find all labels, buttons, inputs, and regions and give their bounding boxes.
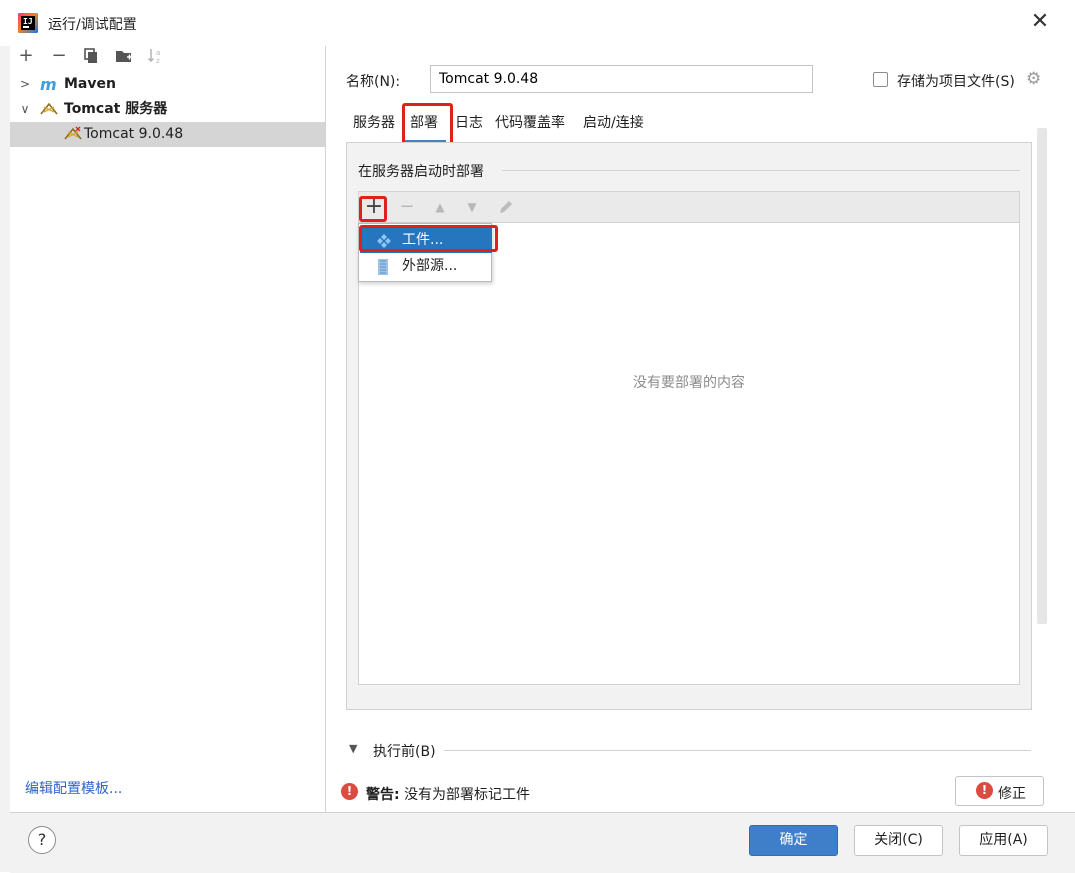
intellij-app-icon: IJ <box>18 13 38 33</box>
store-as-project-label[interactable]: 存储为项目文件(S) <box>897 71 1015 91</box>
warning-message: 警告: 没有为部署标记工件 <box>366 784 530 804</box>
tree-item-label: Maven <box>64 76 116 92</box>
deploy-list-toolbar <box>358 191 1020 223</box>
edit-pencil-icon[interactable] <box>494 196 518 218</box>
tree-item-tomcat-9[interactable]: Tomcat 9.0.48 <box>10 122 325 147</box>
fix-button[interactable]: ! 修正 <box>955 776 1044 806</box>
tomcat-config-icon <box>64 122 82 147</box>
warning-text: 没有为部署标记工件 <box>404 787 531 803</box>
svg-text:a: a <box>156 49 160 57</box>
close-button[interactable]: 关闭(C) <box>854 825 943 856</box>
apply-button[interactable]: 应用(A) <box>959 825 1048 856</box>
edit-templates-link[interactable]: 编辑配置模板... <box>25 778 122 798</box>
tomcat-icon <box>40 97 58 122</box>
deploy-section-title: 在服务器启动时部署 <box>358 164 484 180</box>
store-as-project-checkbox[interactable] <box>873 72 888 87</box>
help-button[interactable]: ? <box>28 826 56 854</box>
chevron-right-icon[interactable]: > <box>18 72 32 97</box>
warning-prefix: 警告: <box>366 787 400 803</box>
name-input[interactable] <box>430 65 813 93</box>
new-folder-icon[interactable] <box>113 44 135 68</box>
remove-icon[interactable]: − <box>395 196 419 218</box>
tree-item-tomcat-server[interactable]: ∨ Tomcat 服务器 <box>10 97 325 122</box>
move-down-icon[interactable]: ▼ <box>460 196 484 218</box>
gear-icon[interactable]: ⚙ <box>1026 70 1044 88</box>
sort-alpha-icon[interactable]: az <box>145 44 167 68</box>
fix-button-label: 修正 <box>998 786 1026 802</box>
warning-icon: ! <box>341 783 358 800</box>
name-label: 名称(N): <box>346 74 401 90</box>
maven-icon: m <box>40 75 57 94</box>
copy-icon[interactable] <box>80 44 102 68</box>
annotation-highlight-artifact <box>359 225 498 252</box>
error-icon: ! <box>976 782 993 799</box>
popup-item-label: 外部源... <box>402 258 458 274</box>
move-up-icon[interactable]: ▲ <box>428 196 452 218</box>
tab-server[interactable]: 服务器 <box>353 112 395 138</box>
plus-icon[interactable]: + <box>15 44 37 68</box>
tree-item-label: Tomcat 9.0.48 <box>84 126 184 142</box>
minus-icon[interactable]: − <box>48 44 70 68</box>
section-divider <box>502 170 1020 171</box>
window-left-border <box>0 46 10 872</box>
before-run-label[interactable]: 执行前(B) <box>373 741 436 761</box>
config-tree-toolbar: + − az <box>10 44 325 70</box>
empty-list-text: 没有要部署的内容 <box>633 375 745 391</box>
external-source-icon <box>376 253 390 279</box>
close-icon[interactable]: ✕ <box>1028 10 1052 34</box>
config-tree-panel <box>10 46 326 812</box>
vertical-scrollbar[interactable] <box>1037 128 1047 624</box>
tree-item-maven[interactable]: > m Maven <box>10 72 325 97</box>
popup-item-external-source[interactable]: 外部源... <box>360 253 492 279</box>
svg-text:z: z <box>156 57 160 65</box>
tab-logs[interactable]: 日志 <box>455 112 483 138</box>
annotation-highlight-add <box>359 196 387 222</box>
deploy-list[interactable] <box>358 223 1020 685</box>
tab-startup-connection[interactable]: 启动/连接 <box>583 112 644 138</box>
tree-item-label: Tomcat 服务器 <box>64 101 168 117</box>
title-bar <box>0 0 1075 46</box>
collapse-triangle-icon[interactable]: ▼ <box>349 742 357 755</box>
tab-code-coverage[interactable]: 代码覆盖率 <box>495 112 565 138</box>
ok-button[interactable]: 确定 <box>749 825 838 856</box>
before-run-divider <box>444 750 1031 751</box>
chevron-down-icon[interactable]: ∨ <box>18 97 32 122</box>
window-title: 运行/调试配置 <box>48 17 137 33</box>
